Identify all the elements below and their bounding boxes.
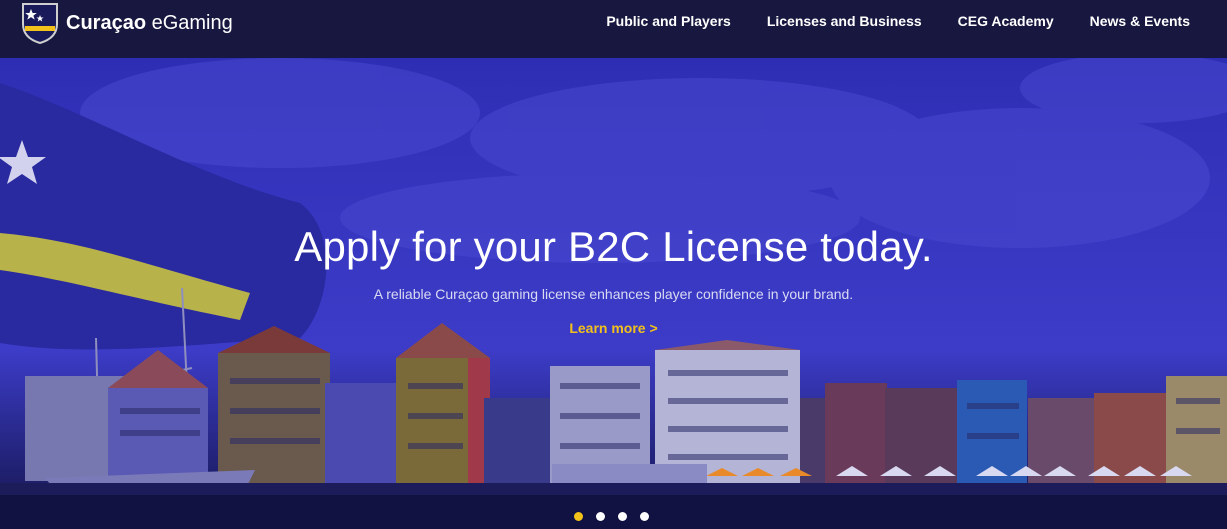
carousel-dot-3[interactable] <box>618 512 627 521</box>
learn-more-link[interactable]: Learn more > <box>569 320 657 336</box>
carousel-dot-2[interactable] <box>596 512 605 521</box>
hero-banner: Apply for your B2C License today. A reli… <box>0 58 1227 529</box>
carousel-dot-4[interactable] <box>640 512 649 521</box>
hero-headline: Apply for your B2C License today. <box>294 223 933 270</box>
nav-news-and-events[interactable]: News & Events <box>1090 13 1190 29</box>
nav-ceg-academy[interactable]: CEG Academy <box>958 13 1054 29</box>
quay <box>0 483 1227 495</box>
top-navigation-bar: Curaçao eGaming Public and Players Licen… <box>0 0 1227 58</box>
hero-subline: A reliable Curaçao gaming license enhanc… <box>373 286 854 302</box>
brand-name: Curaçao eGaming <box>66 12 233 34</box>
cta-container: Learn more > <box>0 320 1227 338</box>
carousel-dot-1[interactable] <box>574 512 583 521</box>
nav-public-and-players[interactable]: Public and Players <box>606 13 731 29</box>
shield-star-icon <box>22 3 58 44</box>
carousel-dots <box>574 512 649 521</box>
waterfront-buildings <box>25 323 1227 483</box>
nav-licenses-and-business[interactable]: Licenses and Business <box>767 13 922 29</box>
site-logo[interactable]: Curaçao eGaming <box>20 2 233 44</box>
main-nav: Public and Players Licenses and Business… <box>606 0 1190 42</box>
